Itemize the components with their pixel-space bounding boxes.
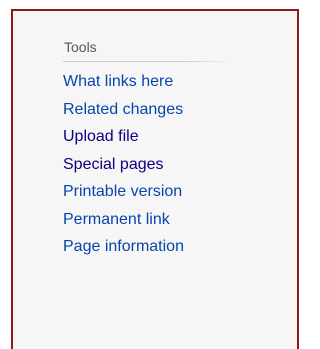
tools-heading: Tools — [63, 39, 233, 62]
tools-list-item: Upload file — [63, 127, 233, 155]
tools-list-item: Permanent link — [63, 210, 233, 238]
tools-portlet: Tools What links here Related changes Up… — [63, 39, 233, 265]
tools-list-item: Page information — [63, 237, 233, 265]
tools-list-item: Related changes — [63, 100, 233, 128]
tools-list-item: What links here — [63, 72, 233, 100]
permanent-link-link[interactable]: Permanent link — [63, 211, 170, 228]
printable-version-link[interactable]: Printable version — [63, 183, 182, 200]
page-information-link[interactable]: Page information — [63, 238, 184, 255]
tools-list: What links here Related changes Upload f… — [63, 72, 233, 265]
what-links-here-link[interactable]: What links here — [63, 73, 173, 90]
tools-list-item: Printable version — [63, 182, 233, 210]
sidebar-panel: Tools What links here Related changes Up… — [11, 9, 299, 349]
special-pages-link[interactable]: Special pages — [63, 156, 164, 173]
tools-list-item: Special pages — [63, 155, 233, 183]
related-changes-link[interactable]: Related changes — [63, 101, 183, 118]
upload-file-link[interactable]: Upload file — [63, 128, 139, 145]
